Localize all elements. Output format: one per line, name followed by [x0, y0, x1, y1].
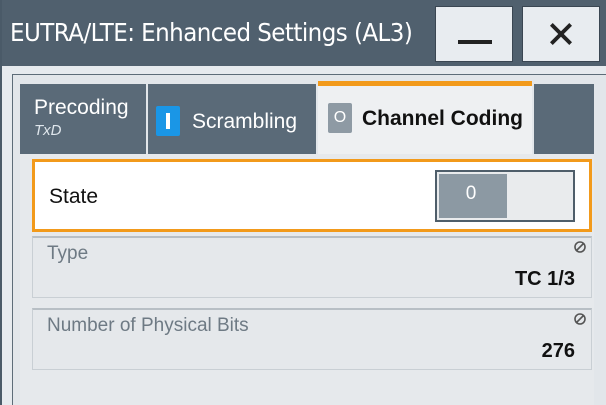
- read-only-icon: [574, 313, 586, 325]
- tab-empty[interactable]: [534, 84, 594, 154]
- tab-label: Channel Coding: [362, 107, 523, 130]
- physical-bits-value: 276: [541, 340, 575, 362]
- type-label: Type: [47, 243, 89, 264]
- close-button[interactable]: [522, 6, 600, 62]
- physical-bits-label: Number of Physical Bits: [47, 315, 249, 336]
- state-row: State 0: [32, 159, 592, 232]
- state-toggle[interactable]: 0: [435, 170, 575, 222]
- close-icon: [549, 22, 573, 46]
- minimize-button[interactable]: [435, 6, 513, 62]
- tab-bar: Precoding TxD Scrambling O Channel Codin…: [10, 74, 594, 154]
- tab-label: Scrambling: [192, 110, 298, 133]
- read-only-icon: [574, 241, 586, 253]
- state-value: 0: [465, 183, 477, 204]
- type-row: Type TC 1/3: [32, 236, 592, 298]
- state-label: State: [49, 185, 99, 208]
- state-on-indicator-icon: [156, 106, 180, 136]
- minimize-icon: [458, 40, 492, 44]
- state-off-indicator-icon: O: [328, 103, 352, 133]
- tab-channel-coding[interactable]: O Channel Coding: [318, 81, 532, 154]
- tab-label: Precoding: [34, 96, 129, 119]
- tab-precoding[interactable]: Precoding TxD: [20, 84, 146, 154]
- tab-scrambling[interactable]: Scrambling: [148, 84, 316, 154]
- physical-bits-row: Number of Physical Bits 276: [32, 308, 592, 370]
- tab-sublabel: TxD: [34, 122, 62, 139]
- title-bar: EUTRA/LTE: Enhanced Settings (AL3): [2, 0, 606, 66]
- type-value: TC 1/3: [514, 268, 575, 290]
- dialog-title: EUTRA/LTE: Enhanced Settings (AL3): [10, 18, 413, 47]
